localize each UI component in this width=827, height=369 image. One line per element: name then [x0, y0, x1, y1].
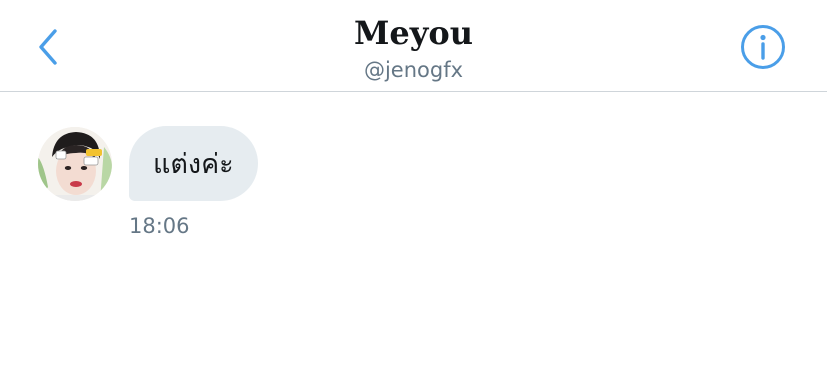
message-bubble[interactable]: แต่งค่ะ: [129, 126, 258, 201]
avatar-image: [38, 127, 112, 201]
message-row: แต่งค่ะ: [38, 126, 798, 202]
avatar[interactable]: [38, 127, 112, 201]
conversation-header: Meyou @jenogfx: [0, 0, 827, 92]
info-icon: [741, 25, 785, 69]
info-button[interactable]: [740, 24, 786, 70]
conversation-title: Meyou: [354, 14, 473, 52]
conversation-handle: @jenogfx: [363, 58, 464, 82]
message-text: แต่งค่ะ: [153, 149, 234, 180]
dm-conversation-screen: Meyou @jenogfx แต่งค่ะ 18:06: [0, 0, 827, 369]
message-timestamp: 18:06: [129, 214, 190, 238]
